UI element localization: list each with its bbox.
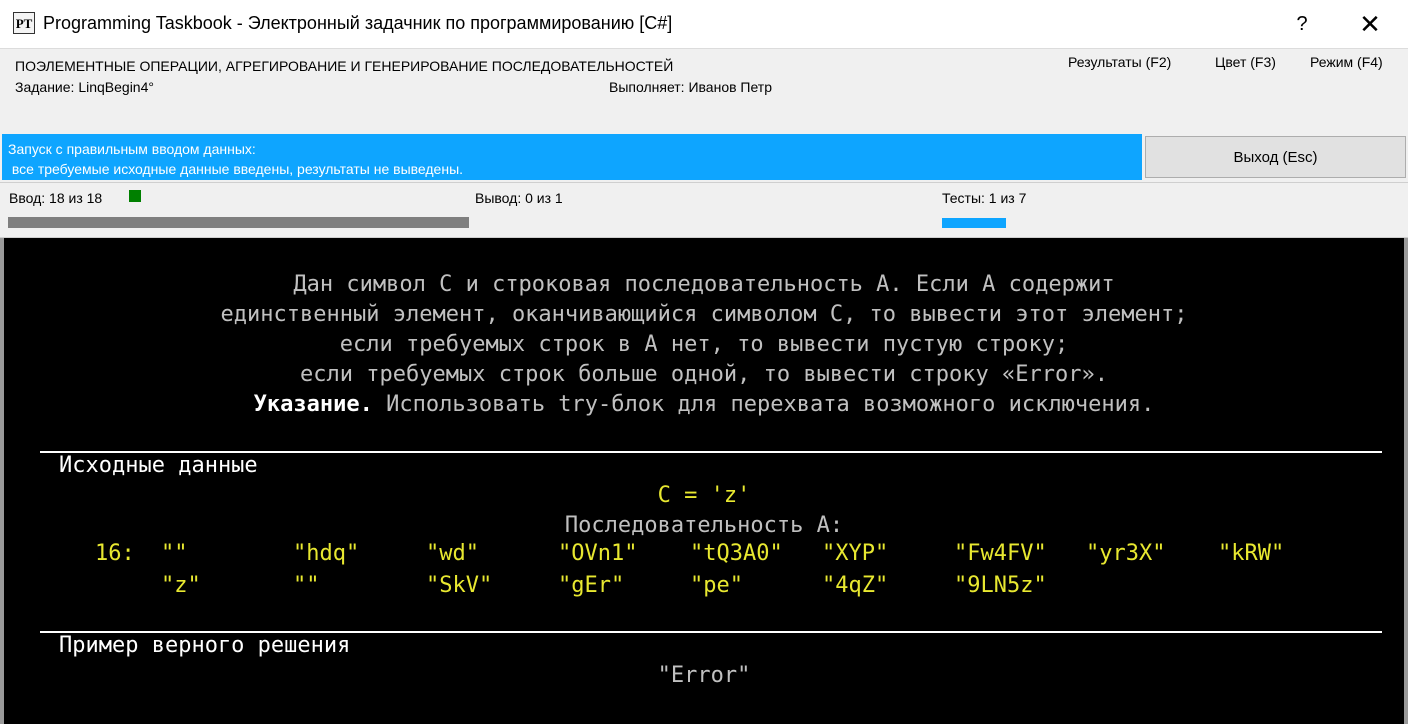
sequence-item: "OVn1" <box>558 541 638 566</box>
input-progress-bar <box>8 217 469 228</box>
status-message: Запуск с правильным вводом данных: все т… <box>2 134 1142 180</box>
output-counter: Вывод: 0 из 1 <box>475 190 563 206</box>
task-console: Дан символ C и строковая последовательно… <box>0 238 1408 724</box>
hint-label: Указание. <box>253 392 373 417</box>
input-data-heading: Исходные данные <box>59 453 258 478</box>
task-text-line: единственный элемент, оканчивающийся сим… <box>220 302 1188 327</box>
app-icon: PT <box>13 12 35 34</box>
status-area: Запуск с правильным вводом данных: все т… <box>0 130 1408 182</box>
sequence-item: "kRW" <box>1218 541 1285 566</box>
task-text-line: если требуемых строк больше одной, то вы… <box>300 362 1108 387</box>
sequence-count: 16: <box>95 541 135 566</box>
status-line-1: Запуск с правильным вводом данных: <box>8 141 256 157</box>
hint-text: Использовать try-блок для перехвата возм… <box>372 392 1155 417</box>
mode-menu-item[interactable]: Режим (F4) <box>1310 54 1383 70</box>
help-button[interactable]: ? <box>1282 8 1322 40</box>
task-header: ПОЭЛЕМЕНТНЫЕ ОПЕРАЦИИ, АГРЕГИРОВАНИЕ И Г… <box>0 48 1408 130</box>
tests-counter: Тесты: 1 из 7 <box>942 190 1027 206</box>
sequence-item: "gEr" <box>558 573 625 598</box>
tests-progress-bar <box>942 218 1006 228</box>
sequence-item: "9LN5z" <box>954 573 1047 598</box>
close-icon[interactable]: ✕ <box>1350 8 1390 40</box>
exit-button[interactable]: Выход (Esc) <box>1145 136 1406 178</box>
status-line-2: все требуемые исходные данные введены, р… <box>8 161 464 177</box>
sequence-item: "wd" <box>426 541 479 566</box>
sequence-item: "" <box>293 573 320 598</box>
color-menu-item[interactable]: Цвет (F3) <box>1215 54 1276 70</box>
window-title: Programming Taskbook - Электронный задач… <box>43 13 673 33</box>
task-text-line: Дан символ C и строковая последовательно… <box>293 272 1115 297</box>
performer-name: Выполняет: Иванов Петр <box>609 79 773 95</box>
sequence-item: "yr3X" <box>1086 541 1166 566</box>
task-text-line: если требуемых строк в A нет, то вывести… <box>339 332 1069 357</box>
task-group-title: ПОЭЛЕМЕНТНЫЕ ОПЕРАЦИИ, АГРЕГИРОВАНИЕ И Г… <box>15 58 674 74</box>
title-bar: PT Programming Taskbook - Электронный за… <box>0 0 1408 48</box>
task-name: Задание: LinqBegin4° <box>15 79 154 95</box>
input-complete-indicator <box>129 190 141 202</box>
sequence-item: "pe" <box>690 573 743 598</box>
example-answer: "Error" <box>657 663 751 688</box>
task-hint-line: Указание. Использовать try-блок для пере… <box>4 390 1404 420</box>
sequence-label: Последовательность A: <box>564 513 844 538</box>
sequence-item: "4qZ" <box>822 573 889 598</box>
example-solution-heading: Пример верного решения <box>59 633 351 658</box>
sequence-item: "" <box>161 541 188 566</box>
results-menu-item[interactable]: Результаты (F2) <box>1068 54 1171 70</box>
sequence-item: "hdq" <box>293 541 360 566</box>
input-counter: Ввод: 18 из 18 <box>9 190 103 206</box>
sequence-item: "XYP" <box>822 541 889 566</box>
sequence-item: "tQ3A0" <box>690 541 783 566</box>
sequence-item: "SkV" <box>426 573 493 598</box>
c-value: C = 'z' <box>657 483 751 508</box>
sequence-item: "z" <box>161 573 201 598</box>
sequence-item: "Fw4FV" <box>954 541 1047 566</box>
progress-panel: Ввод: 18 из 18 Вывод: 0 из 1 Тесты: 1 из… <box>0 182 1408 238</box>
